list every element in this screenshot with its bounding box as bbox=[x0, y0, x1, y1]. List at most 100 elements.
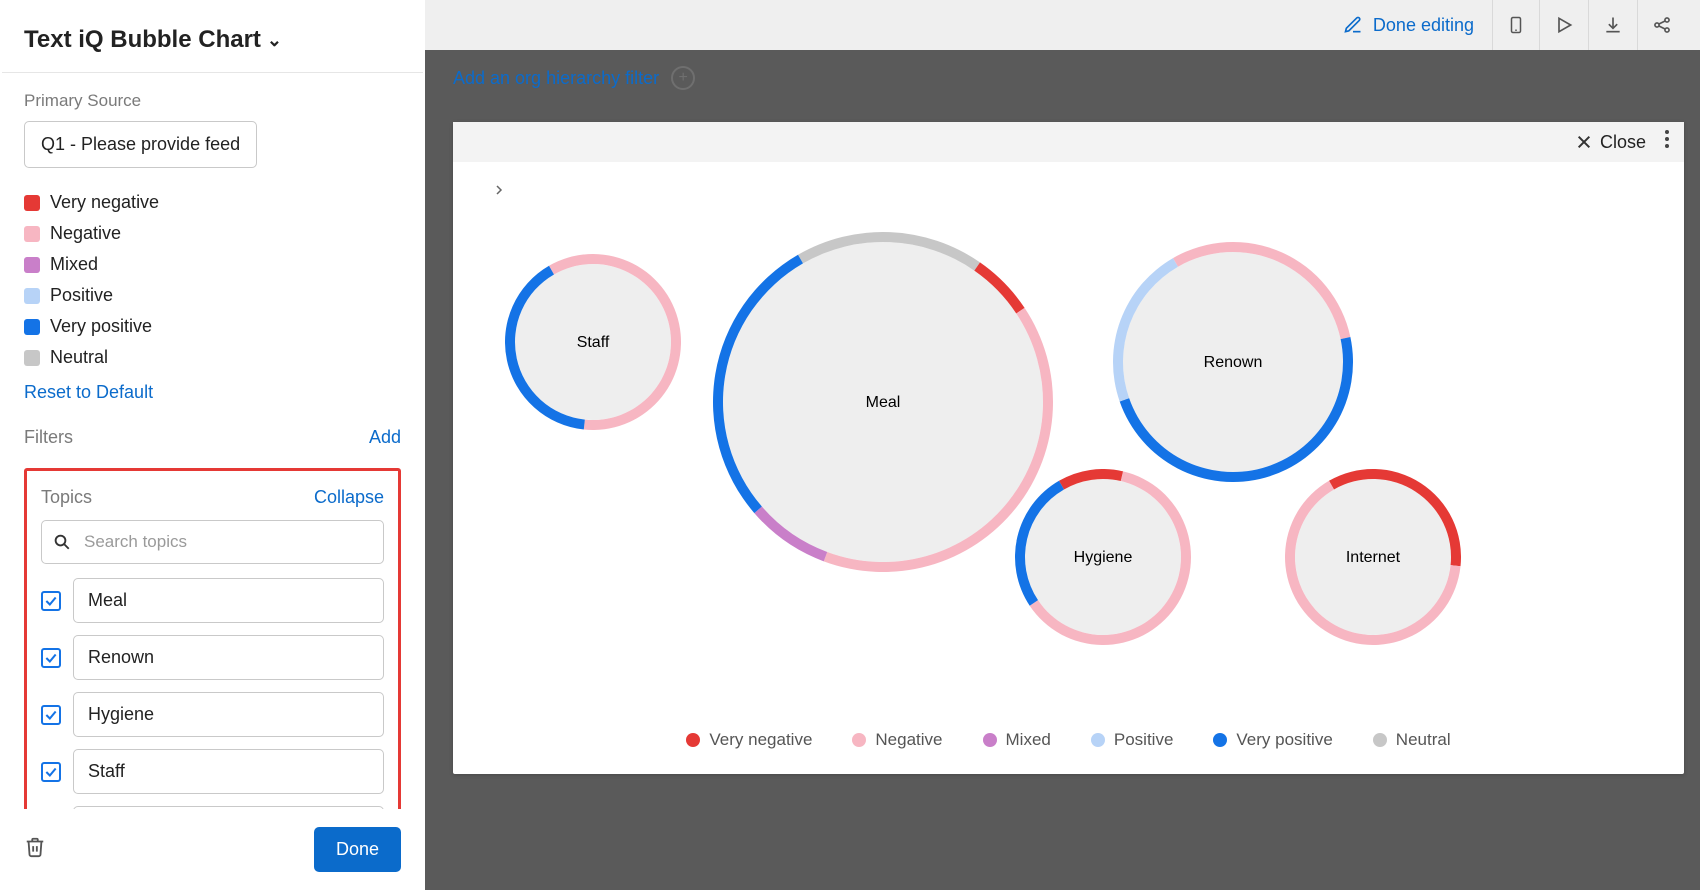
chart-legend-label: Very negative bbox=[709, 730, 812, 750]
check-icon bbox=[44, 594, 58, 608]
add-filter-link[interactable]: Add bbox=[369, 427, 401, 448]
share-icon bbox=[1652, 15, 1672, 35]
search-icon bbox=[53, 533, 71, 551]
chart-legend-label: Positive bbox=[1114, 730, 1174, 750]
close-panel-button[interactable]: Close bbox=[1576, 132, 1646, 153]
dot-icon bbox=[852, 733, 866, 747]
trash-icon bbox=[24, 836, 46, 858]
sentiment-legend-item: Positive bbox=[24, 285, 401, 306]
chevron-down-icon: ⌄ bbox=[267, 30, 282, 51]
sentiment-legend-item: Very positive bbox=[24, 316, 401, 337]
bubble-renown[interactable]: Renown bbox=[1113, 242, 1353, 482]
widget-title[interactable]: Text iQ Bubble Chart ⌄ bbox=[0, 0, 425, 72]
share-button[interactable] bbox=[1637, 0, 1686, 50]
chart-legend-item: Very positive bbox=[1213, 730, 1332, 750]
topic-row: Staff bbox=[41, 749, 384, 794]
chart-legend-item: Negative bbox=[852, 730, 942, 750]
sentiment-label: Negative bbox=[50, 223, 121, 244]
topic-name-field[interactable]: Renown bbox=[73, 635, 384, 680]
sentiment-label: Very negative bbox=[50, 192, 159, 213]
check-icon bbox=[44, 765, 58, 779]
topic-row: Hygiene bbox=[41, 692, 384, 737]
chart-legend-item: Neutral bbox=[1373, 730, 1451, 750]
swatch-icon bbox=[24, 226, 40, 242]
topics-section: Topics Collapse Meal Renown Hygiene Staf… bbox=[24, 468, 401, 809]
filters-header: Filters Add bbox=[24, 427, 401, 448]
preview-button[interactable] bbox=[1539, 0, 1588, 50]
kebab-icon bbox=[1664, 129, 1670, 149]
add-hierarchy-label: Add an org hierarchy filter bbox=[453, 68, 659, 89]
sentiment-legend-item: Mixed bbox=[24, 254, 401, 275]
chart-panel: Close Meal Renown Staff Hyg bbox=[453, 122, 1684, 774]
topics-label: Topics bbox=[41, 487, 92, 508]
bubble-label: Hygiene bbox=[1074, 549, 1133, 566]
close-label: Close bbox=[1600, 132, 1646, 153]
swatch-icon bbox=[24, 288, 40, 304]
filters-label: Filters bbox=[24, 427, 73, 448]
panel-more-button[interactable] bbox=[1660, 129, 1674, 155]
primary-source-select[interactable]: Q1 - Please provide feed bbox=[24, 121, 257, 168]
sentiment-legend-item: Neutral bbox=[24, 347, 401, 368]
primary-source-label: Primary Source bbox=[24, 91, 401, 111]
done-editing-label: Done editing bbox=[1373, 15, 1474, 36]
reset-to-default-link[interactable]: Reset to Default bbox=[24, 382, 153, 403]
swatch-icon bbox=[24, 257, 40, 273]
sentiment-legend: Very negative Negative Mixed Positive Very p… bbox=[24, 192, 401, 368]
dot-icon bbox=[1091, 733, 1105, 747]
search-topics-input[interactable] bbox=[41, 520, 384, 564]
check-icon bbox=[44, 708, 58, 722]
chart-panel-toolbar: Close bbox=[453, 122, 1684, 162]
bubble-staff[interactable]: Staff bbox=[505, 254, 681, 430]
canvas: Done editing Add an org hierarchy filter… bbox=[425, 0, 1700, 890]
bubble-chart[interactable]: Meal Renown Staff Hygiene Internet bbox=[453, 162, 1684, 712]
bubble-label: Staff bbox=[577, 334, 610, 351]
plus-circle-icon: + bbox=[671, 66, 695, 90]
bubble-label: Internet bbox=[1346, 549, 1401, 566]
dot-icon bbox=[983, 733, 997, 747]
chart-legend-label: Mixed bbox=[1006, 730, 1051, 750]
download-button[interactable] bbox=[1588, 0, 1637, 50]
sentiment-label: Positive bbox=[50, 285, 113, 306]
sidebar: Text iQ Bubble Chart ⌄ Primary Source Q1… bbox=[0, 0, 425, 890]
swatch-icon bbox=[24, 350, 40, 366]
sentiment-label: Neutral bbox=[50, 347, 108, 368]
sentiment-legend-item: Very negative bbox=[24, 192, 401, 213]
swatch-icon bbox=[24, 195, 40, 211]
check-icon bbox=[44, 651, 58, 665]
chart-legend-label: Very positive bbox=[1236, 730, 1332, 750]
chart-legend-item: Positive bbox=[1091, 730, 1174, 750]
topic-checkbox[interactable] bbox=[41, 648, 61, 668]
sentiment-label: Mixed bbox=[50, 254, 98, 275]
topic-row: Renown bbox=[41, 635, 384, 680]
topic-name-field[interactable]: Meal bbox=[73, 578, 384, 623]
topic-name-field[interactable]: Staff bbox=[73, 749, 384, 794]
widget-title-text: Text iQ Bubble Chart bbox=[24, 26, 261, 54]
sentiment-label: Very positive bbox=[50, 316, 152, 337]
play-icon bbox=[1554, 15, 1574, 35]
mobile-icon bbox=[1507, 14, 1525, 36]
bubble-label: Meal bbox=[866, 394, 901, 411]
bubble-label: Renown bbox=[1204, 354, 1263, 371]
dot-icon bbox=[1373, 733, 1387, 747]
done-editing-button[interactable]: Done editing bbox=[1343, 15, 1492, 36]
topic-name-field[interactable]: Hygiene bbox=[73, 692, 384, 737]
collapse-link[interactable]: Collapse bbox=[314, 487, 384, 508]
delete-widget-button[interactable] bbox=[24, 836, 46, 863]
topic-checkbox[interactable] bbox=[41, 705, 61, 725]
chart-legend-label: Negative bbox=[875, 730, 942, 750]
chart-legend-item: Very negative bbox=[686, 730, 812, 750]
primary-source-value: Q1 - Please provide feed bbox=[41, 134, 240, 154]
chart-legend-item: Mixed bbox=[983, 730, 1051, 750]
topic-checkbox[interactable] bbox=[41, 762, 61, 782]
add-hierarchy-filter[interactable]: Add an org hierarchy filter + bbox=[453, 66, 695, 90]
top-toolbar: Done editing bbox=[425, 0, 1700, 50]
done-button[interactable]: Done bbox=[314, 827, 401, 872]
bubble-hygiene[interactable]: Hygiene bbox=[1015, 469, 1191, 645]
topic-row: Meal bbox=[41, 578, 384, 623]
mobile-preview-button[interactable] bbox=[1492, 0, 1539, 50]
edit-icon bbox=[1343, 15, 1363, 35]
bubble-internet[interactable]: Internet bbox=[1285, 469, 1461, 645]
download-icon bbox=[1603, 15, 1623, 35]
topic-checkbox[interactable] bbox=[41, 591, 61, 611]
bubble-meal[interactable]: Meal bbox=[713, 232, 1053, 572]
